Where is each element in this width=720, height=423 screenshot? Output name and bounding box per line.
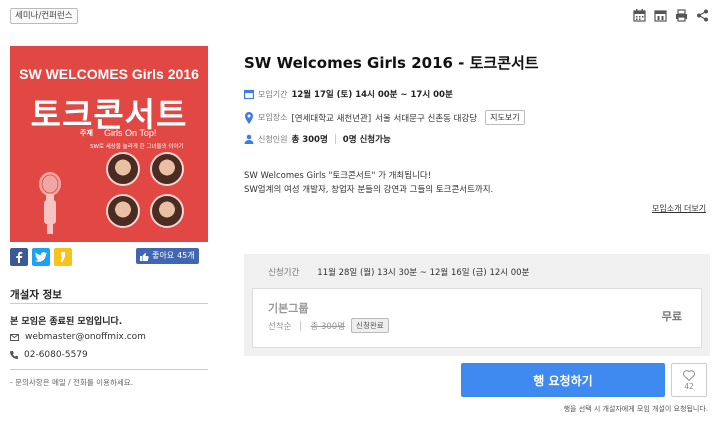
- capacity-value: 총 300명: [291, 135, 328, 145]
- intro-more-link[interactable]: 모임소개 더보기: [652, 203, 706, 214]
- event-desc-line1: SW Welcomes Girls "토크콘서트" 가 개최됩니다!: [244, 171, 432, 181]
- application-period: 신청기간 11월 28일 (월) 13시 30분 ~ 12월 16일 (금) 1…: [268, 266, 529, 278]
- contact-note: - 문의사항은 메일 / 전화를 이용하세요.: [10, 378, 134, 387]
- date-value: 12월 17일 (토) 14시 00분 ~ 17시 00분: [291, 90, 453, 100]
- thumbs-up-icon: [140, 252, 149, 261]
- share-icon[interactable]: [695, 8, 710, 23]
- poster-theme: Girls On Top!: [104, 128, 157, 138]
- category-tag: 세미나/컨퍼런스: [10, 8, 78, 24]
- poster-subtitle: SW WELCOMES Girls 2016: [19, 66, 199, 82]
- kakaostory-icon[interactable]: [54, 248, 72, 266]
- event-place-row: 모임장소 [연세대학교 새천년관] 서울 서대문구 신촌동 대강당 지도보기: [244, 110, 525, 125]
- calendar-31-icon[interactable]: [653, 8, 668, 23]
- print-icon[interactable]: [674, 8, 689, 23]
- divider: [10, 303, 208, 304]
- speaker-photo: [106, 194, 140, 228]
- place-label: 모임장소: [258, 113, 288, 122]
- heart-icon: [683, 369, 695, 381]
- place-address: 서울 서대문구 신촌동 대강당: [375, 113, 478, 124]
- ticket-type: 선착순: [268, 321, 292, 332]
- email-text: webmaster@onoffmix.com: [25, 332, 146, 342]
- separator: [334, 134, 336, 144]
- speaker-photo: [106, 152, 140, 186]
- ticket-status-badge: 신청완료: [351, 318, 389, 333]
- microphone-icon: [39, 172, 61, 234]
- phone-text: 02-6080-5579: [24, 350, 88, 360]
- request-note: 행을 선택 시 개설자에게 모임 개설이 요청됩니다.: [563, 405, 708, 413]
- location-pin-icon: [245, 111, 253, 124]
- applied-count: 0명 신청가능: [342, 135, 391, 145]
- calendar-icon[interactable]: [632, 8, 647, 23]
- facebook-like-button[interactable]: 좋아요 45개: [136, 248, 199, 264]
- divider: [10, 369, 208, 370]
- speaker-photo: [150, 194, 184, 228]
- date-label: 모임기간: [258, 89, 288, 99]
- facebook-icon[interactable]: [10, 248, 28, 266]
- period-label: 신청기간: [268, 268, 300, 278]
- heart-count: 42: [684, 381, 694, 391]
- wishlist-button[interactable]: 42: [671, 363, 707, 397]
- event-date-row: 모임기간 12월 17일 (토) 14시 00분 ~ 17시 00분: [244, 88, 453, 100]
- calendar-icon: [244, 89, 254, 99]
- ticket-name: 기본그룹: [268, 302, 309, 315]
- twitter-icon[interactable]: [32, 248, 50, 266]
- phone-icon: [10, 350, 18, 359]
- organizer-email[interactable]: webmaster@onoffmix.com: [10, 332, 146, 342]
- event-poster: SW WELCOMES Girls 2016 토크콘서트 주제 Girls On…: [10, 46, 208, 242]
- period-value: 11월 28일 (월) 13시 30분 ~ 12월 16일 (금) 12시 00…: [317, 268, 530, 278]
- poster-theme-desc: SW로 세상을 놀라게 한 그녀들의 이야기: [90, 144, 184, 150]
- ticket-meta: 선착순 총 300명 신청완료: [268, 318, 389, 333]
- top-toolbar: [632, 8, 710, 23]
- share-buttons: [10, 248, 72, 266]
- mail-icon: [10, 333, 19, 341]
- organizer-title: 개설자 정보: [10, 289, 62, 301]
- separator: [300, 320, 302, 331]
- like-label: 좋아요: [152, 251, 175, 260]
- ended-notice: 본 모임은 종료된 모임입니다.: [10, 317, 123, 327]
- organizer-phone[interactable]: 02-6080-5579: [10, 350, 88, 360]
- place-venue: [연세대학교 새천년관]: [291, 113, 372, 124]
- ticket-total: 총 300명: [310, 321, 346, 332]
- request-event-button[interactable]: 행 요청하기: [461, 363, 665, 397]
- event-capacity-row: 신청인원 총 300명 0명 신청가능: [244, 133, 391, 145]
- speaker-photo: [150, 152, 184, 186]
- event-title: SW Welcomes Girls 2016 - 토크콘서트: [244, 54, 539, 72]
- ticket-price: 무료: [661, 310, 682, 323]
- map-button[interactable]: 지도보기: [485, 110, 525, 125]
- poster-theme-label: 주제: [80, 129, 93, 137]
- like-count: 45개: [177, 251, 195, 260]
- person-icon: [244, 134, 254, 144]
- capacity-label: 신청인원: [258, 134, 288, 144]
- event-desc-line2: SW업계의 여성 개발자, 창업자 분들의 강연과 그들의 토크콘서트까지.: [244, 185, 494, 195]
